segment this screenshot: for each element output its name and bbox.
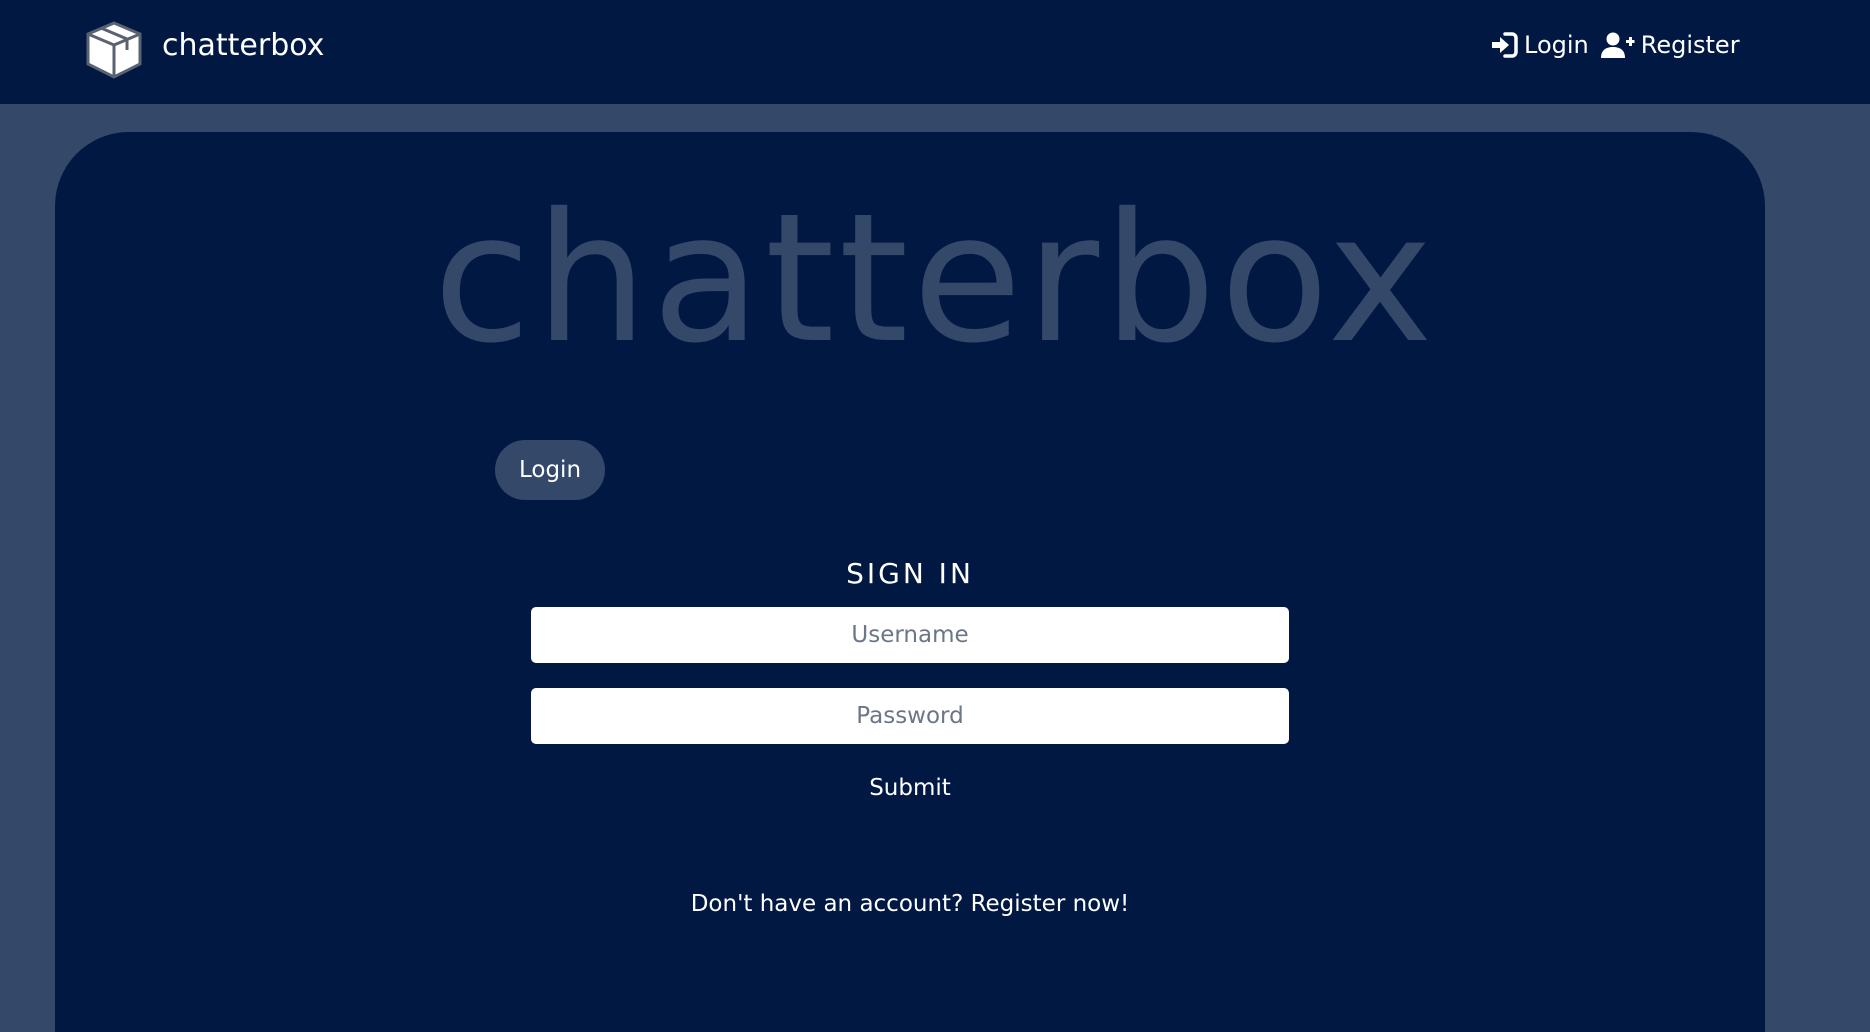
submit-button[interactable]: Submit [531,776,1289,801]
hero-title: chatterbox [433,175,1437,382]
user-plus-icon [1600,32,1635,58]
brand-name: chatterbox [162,28,325,63]
login-tab-button[interactable]: Login [495,440,605,500]
form-heading: SIGN IN [846,557,974,590]
sign-in-icon [1492,32,1518,58]
header-nav: Login Register [1490,31,1740,59]
nav-register-label: Register [1640,31,1740,59]
box-icon [86,21,142,79]
password-input[interactable] [531,688,1289,744]
register-now-link[interactable]: Don't have an account? Register now! [531,893,1289,916]
nav-register-link[interactable]: Register [1600,31,1740,59]
brand-home-link[interactable]: chatterbox [84,20,324,80]
top-navbar: chatterbox Login Register [0,0,1870,104]
nav-login-label: Login [1524,31,1589,59]
username-input[interactable] [531,607,1289,663]
nav-login-link[interactable]: Login [1490,31,1589,59]
